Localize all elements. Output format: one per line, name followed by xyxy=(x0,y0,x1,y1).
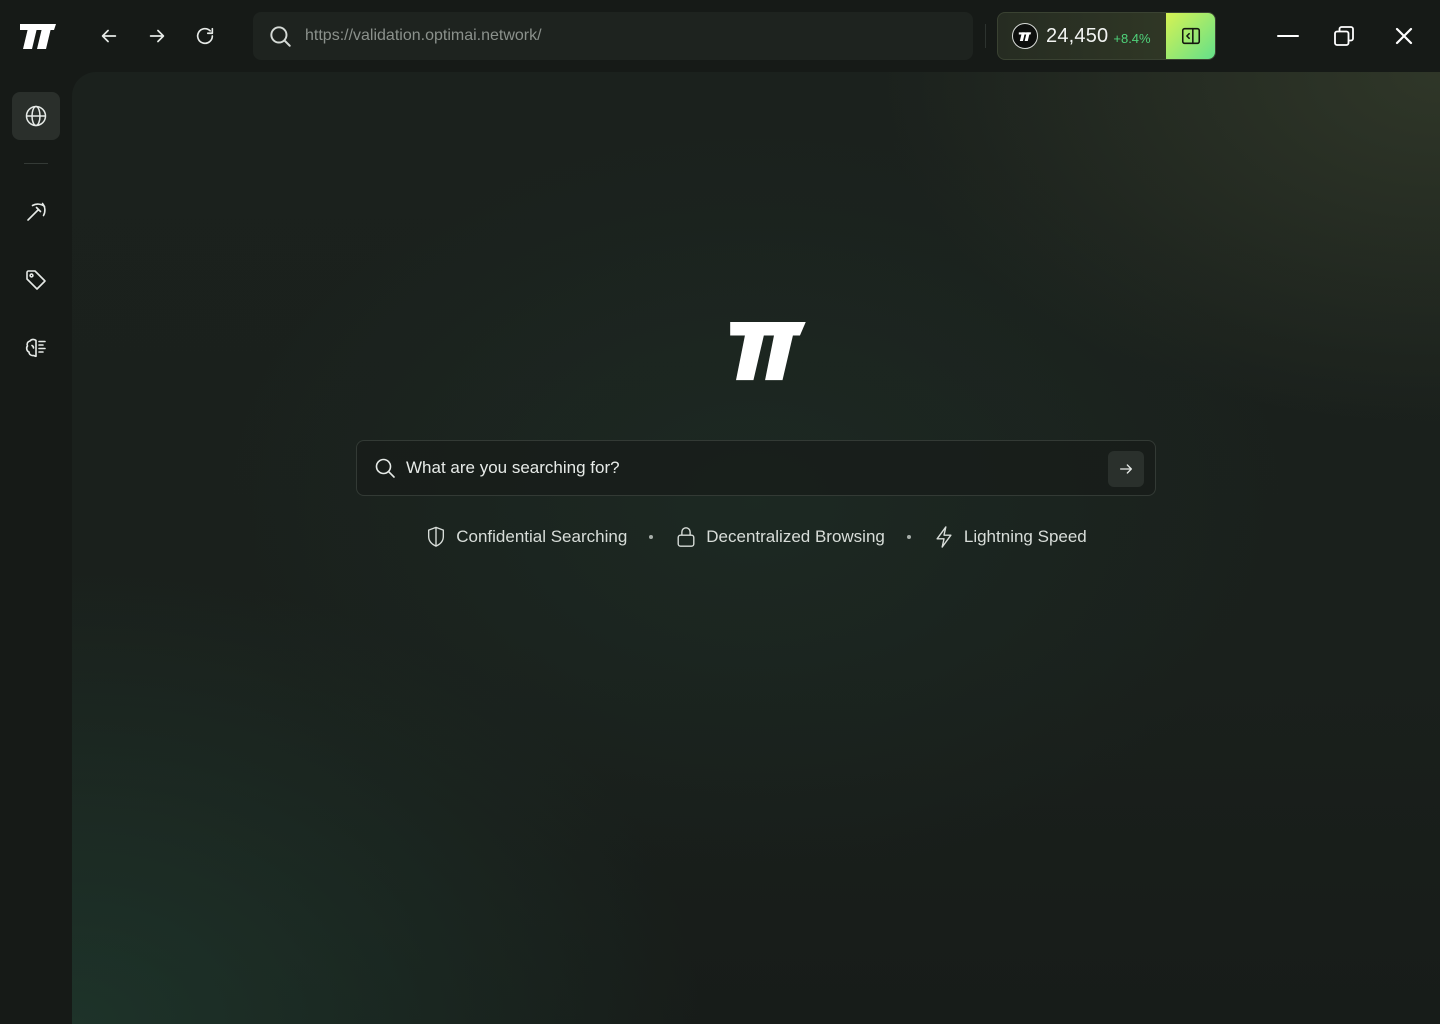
reload-icon xyxy=(196,27,214,45)
side-panel-icon xyxy=(1181,27,1200,45)
address-bar[interactable] xyxy=(253,12,973,60)
search-box[interactable] xyxy=(356,440,1156,496)
restore-icon xyxy=(1334,26,1354,46)
reload-button[interactable] xyxy=(187,18,223,54)
feature-label: Confidential Searching xyxy=(456,527,628,546)
browser-window: 24,450 +8.4% xyxy=(0,0,1440,1024)
optimai-token-icon xyxy=(1012,23,1038,49)
globe-icon xyxy=(25,105,47,127)
search-icon xyxy=(375,458,395,478)
tag-icon xyxy=(26,270,46,290)
feature-speed: Lightning Speed xyxy=(933,525,1087,549)
arrow-right-icon xyxy=(149,29,165,43)
sidebar-item-mining[interactable] xyxy=(12,188,60,236)
arrow-right-icon xyxy=(1120,464,1132,474)
ai-brain-icon xyxy=(25,338,46,358)
side-panel-toggle-button[interactable] xyxy=(1166,13,1215,59)
search-input[interactable] xyxy=(406,458,1096,478)
feature-confidential: Confidential Searching xyxy=(425,525,627,549)
close-button[interactable] xyxy=(1384,16,1424,56)
sidebar xyxy=(0,72,72,1024)
feature-decentralized: Decentralized Browsing xyxy=(675,525,885,549)
close-icon xyxy=(1395,27,1413,45)
arrow-left-icon xyxy=(101,29,117,43)
lightning-icon xyxy=(936,526,952,548)
divider xyxy=(985,24,986,48)
search-icon xyxy=(270,26,291,47)
feature-list: Confidential Searching Decentralized Bro… xyxy=(356,522,1156,552)
separator-dot xyxy=(649,535,654,539)
sidebar-item-tags[interactable] xyxy=(12,256,60,304)
sidebar-item-ai[interactable] xyxy=(12,324,60,372)
balance-value: 24,450 xyxy=(1046,24,1109,47)
url-input[interactable] xyxy=(305,27,925,45)
optimai-logo xyxy=(727,320,807,382)
restore-button[interactable] xyxy=(1324,16,1364,56)
new-tab-page: Confidential Searching Decentralized Bro… xyxy=(72,72,1440,1024)
search-submit-button[interactable] xyxy=(1108,451,1144,487)
title-bar: 24,450 +8.4% xyxy=(0,0,1440,72)
sidebar-divider xyxy=(24,163,48,164)
back-button[interactable] xyxy=(91,18,127,54)
feature-label: Lightning Speed xyxy=(963,527,1087,546)
minimize-icon xyxy=(1277,35,1299,37)
forward-button[interactable] xyxy=(139,18,175,54)
feature-label: Decentralized Browsing xyxy=(706,527,885,546)
separator-dot xyxy=(906,535,911,539)
sidebar-item-browse[interactable] xyxy=(12,92,60,140)
lock-icon xyxy=(677,527,695,547)
balance-change: +8.4% xyxy=(1113,30,1151,46)
wallet-balance[interactable]: 24,450 +8.4% xyxy=(997,12,1216,60)
minimize-button[interactable] xyxy=(1268,16,1308,56)
shield-icon xyxy=(428,526,445,547)
optimai-logo[interactable] xyxy=(18,20,58,52)
pickaxe-icon xyxy=(27,202,46,221)
